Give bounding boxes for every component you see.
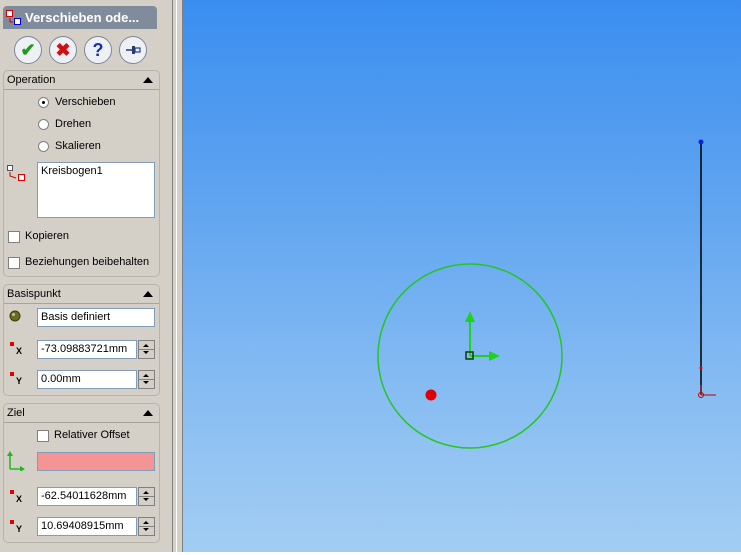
pin-button[interactable] bbox=[119, 36, 147, 64]
collapse-arrow-icon[interactable] bbox=[143, 291, 153, 297]
radio-scale-label: Skalieren bbox=[55, 140, 101, 152]
target-group-header[interactable]: Ziel bbox=[4, 404, 159, 423]
target-x-spinner[interactable] bbox=[138, 487, 155, 506]
pushpin-icon bbox=[126, 46, 141, 54]
target-group: Ziel Relativer Offset X -62.54011628mm Y… bbox=[3, 403, 160, 543]
ok-button[interactable]: ✔ bbox=[14, 36, 42, 64]
property-manager: Verschieben ode... ✔ ✖ ? Operation Versc… bbox=[0, 0, 166, 552]
operation-group-header[interactable]: Operation bbox=[4, 71, 159, 90]
radio-scale[interactable] bbox=[38, 141, 49, 152]
radio-rotate-label: Drehen bbox=[55, 118, 92, 130]
basepoint-x-input[interactable]: -73.09883721mm bbox=[37, 340, 137, 359]
line-midpoint-marker bbox=[699, 366, 703, 370]
basepoint-x-spinner[interactable] bbox=[138, 340, 155, 359]
origin-axes-icon bbox=[465, 311, 500, 361]
radio-rotate[interactable] bbox=[38, 119, 49, 130]
basis-field[interactable]: Basis definiert bbox=[37, 308, 155, 327]
y-coordinate-icon: Y bbox=[10, 372, 24, 386]
point-icon bbox=[9, 310, 21, 322]
graphics-area[interactable] bbox=[183, 0, 741, 552]
basepoint-y-spinner[interactable] bbox=[138, 370, 155, 389]
cancel-button[interactable]: ✖ bbox=[49, 36, 77, 64]
x-icon: ✖ bbox=[55, 40, 71, 60]
x-coordinate-icon: X bbox=[10, 490, 24, 504]
radio-move-label: Verschieben bbox=[55, 96, 116, 108]
list-item[interactable]: Kreisbogen1 bbox=[38, 163, 154, 179]
target-y-input[interactable]: 10.69408915mm bbox=[37, 517, 137, 536]
keep-relations-checkbox-label: Beziehungen beibehalten bbox=[25, 256, 150, 268]
question-icon: ? bbox=[92, 40, 104, 60]
checkmark-icon: ✔ bbox=[20, 40, 36, 60]
basepoint-header-label: Basispunkt bbox=[7, 288, 61, 300]
operation-group: Operation Verschieben Drehen Skalieren K… bbox=[3, 70, 160, 277]
property-manager-title: Verschieben ode... bbox=[25, 10, 140, 25]
relative-offset-checkbox[interactable] bbox=[37, 430, 49, 442]
radio-move[interactable] bbox=[38, 97, 49, 108]
keep-relations-checkbox[interactable] bbox=[8, 257, 20, 269]
property-manager-title-bar: Verschieben ode... bbox=[3, 6, 157, 29]
target-y-spinner[interactable] bbox=[138, 517, 155, 536]
move-entities-icon bbox=[6, 10, 21, 25]
target-x-input[interactable]: -62.54011628mm bbox=[37, 487, 137, 506]
line-endpoint[interactable] bbox=[698, 139, 704, 145]
y-coordinate-icon: Y bbox=[10, 520, 24, 534]
basepoint-y-input[interactable]: 0.00mm bbox=[37, 370, 137, 389]
line-origin-marker bbox=[698, 385, 716, 398]
help-button[interactable]: ? bbox=[84, 36, 112, 64]
target-point-field[interactable] bbox=[37, 452, 155, 471]
panel-splitter[interactable] bbox=[166, 0, 183, 552]
relative-offset-label: Relativer Offset bbox=[54, 429, 130, 441]
sketch-canvas[interactable] bbox=[183, 0, 741, 552]
coordinate-system-icon bbox=[7, 451, 25, 471]
copy-checkbox[interactable] bbox=[8, 231, 20, 243]
collapse-arrow-icon[interactable] bbox=[143, 77, 153, 83]
operation-header-label: Operation bbox=[7, 74, 56, 86]
selection-list[interactable]: Kreisbogen1 bbox=[37, 162, 155, 218]
copy-checkbox-label: Kopieren bbox=[25, 230, 70, 242]
basepoint-group-header[interactable]: Basispunkt bbox=[4, 285, 159, 304]
collapse-arrow-icon[interactable] bbox=[143, 410, 153, 416]
entities-to-move-icon bbox=[7, 165, 25, 181]
basepoint-group: Basispunkt Basis definiert X -73.0988372… bbox=[3, 284, 160, 396]
x-coordinate-icon: X bbox=[10, 342, 24, 356]
target-header-label: Ziel bbox=[7, 407, 25, 419]
base-point-marker[interactable] bbox=[425, 389, 437, 401]
